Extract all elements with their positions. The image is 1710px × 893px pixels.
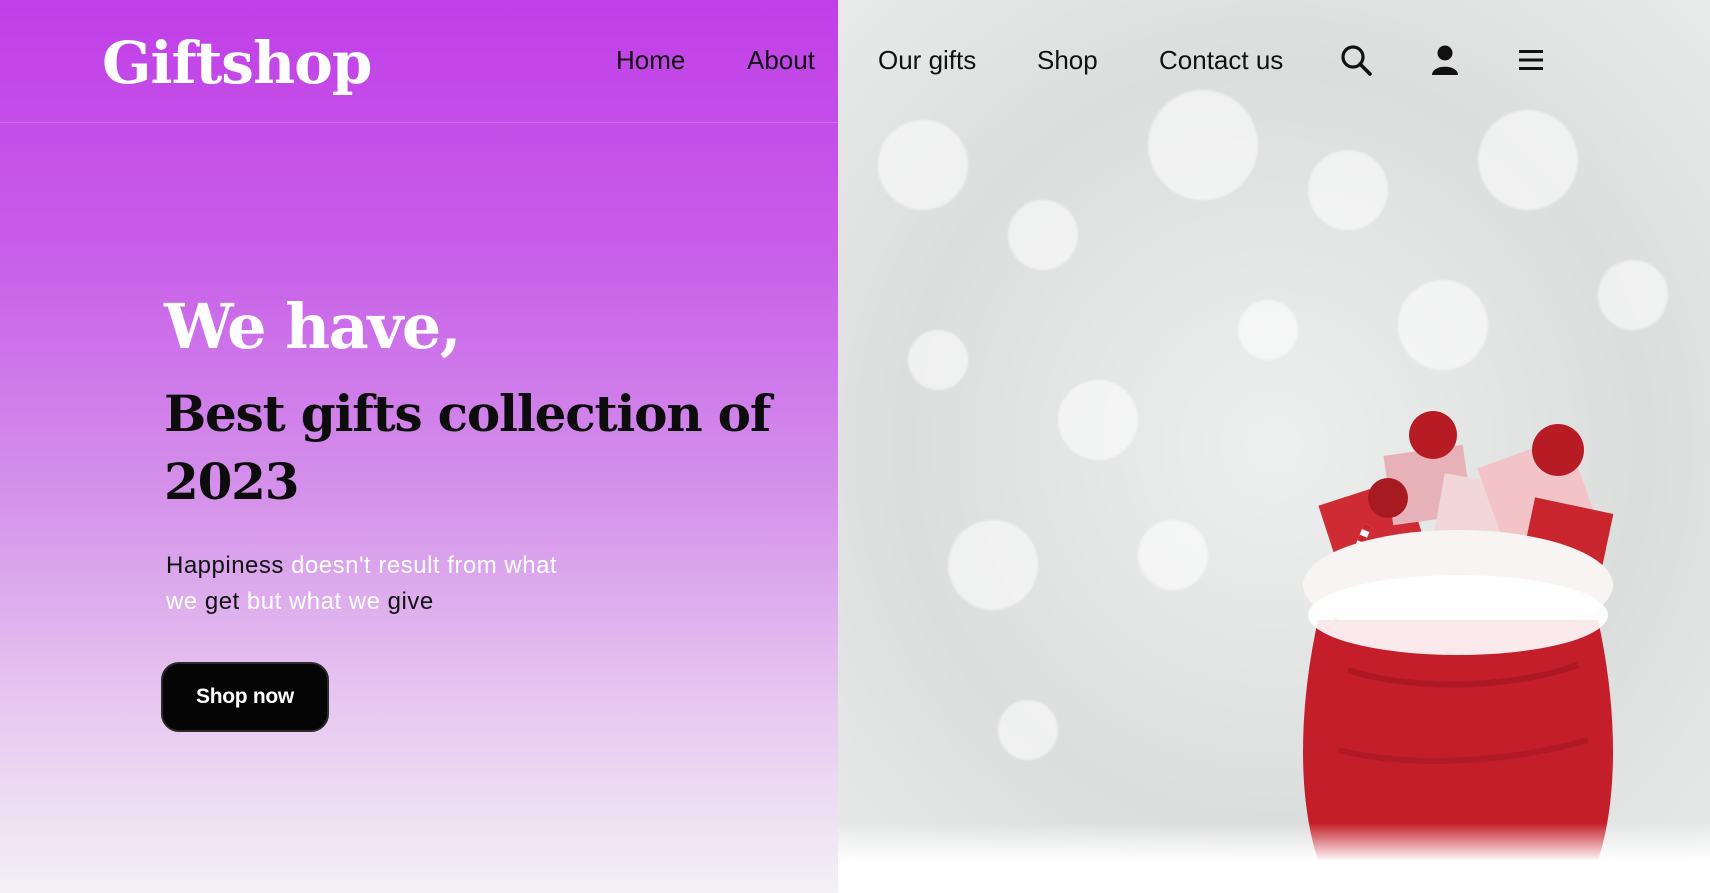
menu-icon[interactable] xyxy=(1513,42,1549,78)
nav-contact-us[interactable]: Contact us xyxy=(1159,40,1283,80)
quote-word-get: get xyxy=(204,588,240,615)
search-icon[interactable] xyxy=(1338,42,1374,78)
nav-our-gifts[interactable]: Our gifts xyxy=(878,40,976,80)
quote-word-happiness: Happiness xyxy=(166,552,284,579)
logo[interactable]: Giftshop xyxy=(102,28,372,98)
nav-shop[interactable]: Shop xyxy=(1037,40,1098,80)
quote-word-give: give xyxy=(387,588,434,615)
nav-about[interactable]: About xyxy=(747,40,815,80)
hero-image xyxy=(838,0,1710,893)
hero-kicker: We have, xyxy=(164,290,461,363)
user-icon[interactable] xyxy=(1427,42,1463,78)
shop-now-button[interactable]: Shop now xyxy=(161,662,329,732)
hero-quote: Happiness doesn't result from what we ge… xyxy=(166,548,586,620)
nav-home[interactable]: Home xyxy=(616,40,685,80)
hero-title: Best gifts collection of 2023 xyxy=(164,384,771,511)
gift-sack-icon xyxy=(1303,411,1614,860)
quote-part-2: but what we xyxy=(239,588,388,615)
